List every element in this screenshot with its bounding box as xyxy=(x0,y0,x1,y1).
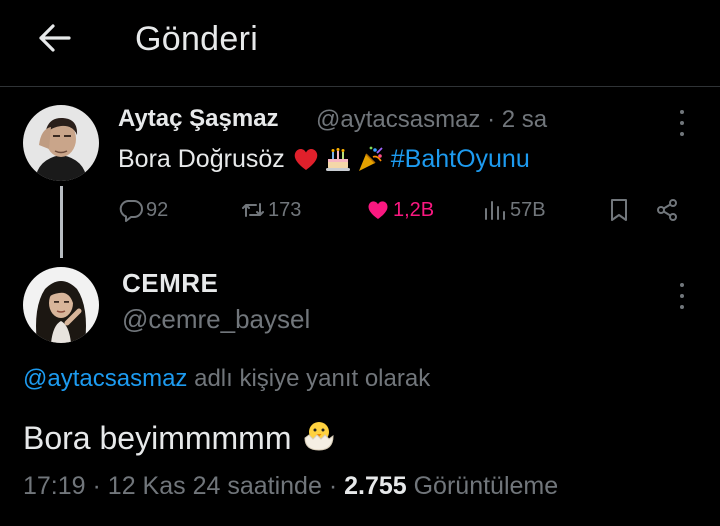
reply-count: 92 xyxy=(146,198,169,221)
reply-button[interactable]: 92 xyxy=(118,196,168,224)
replying-suffix: adlı kişiye yanıt olarak xyxy=(187,365,431,392)
page-title: Gönderi xyxy=(135,20,259,58)
replying-to-line: @aytacsasmaz adlı kişiye yanıt olarak xyxy=(23,365,430,393)
heart-filled-icon xyxy=(368,201,388,219)
reply-more-options-button[interactable] xyxy=(677,283,687,309)
reply-icon xyxy=(119,200,143,222)
share-icon xyxy=(657,199,677,221)
header-divider xyxy=(0,86,720,87)
bookmark-button[interactable] xyxy=(606,196,634,224)
birthday-cake-emoji-icon xyxy=(323,144,353,174)
more-options-button[interactable] xyxy=(677,110,687,136)
author-handle[interactable]: @aytacsasmaz xyxy=(316,106,480,133)
view-count: 57B xyxy=(510,198,546,221)
back-button[interactable] xyxy=(34,20,74,56)
meta-dot: · xyxy=(92,472,108,500)
views-label: Görüntüleme xyxy=(413,472,559,500)
views-chart-icon xyxy=(485,201,505,220)
reply-author-name[interactable]: CEMRE xyxy=(122,268,218,299)
tweet-metadata: 17:19 · 12 Kas 24 saatinde · 2.755 Görün… xyxy=(23,472,558,501)
tweet-time[interactable]: 17:19 xyxy=(23,472,86,500)
top-bar: Gönderi xyxy=(0,0,720,86)
tweet-text: Bora Doğrusöz #BahtOyunu xyxy=(118,144,530,174)
author-meta: @aytacsasmaz · 2 sa xyxy=(316,106,547,134)
views-count: 2.755 xyxy=(344,472,407,500)
reply-text-content: Bora beyimmmmm xyxy=(23,419,292,456)
views-button[interactable]: 57B xyxy=(482,196,546,224)
retweet-icon xyxy=(242,203,264,217)
hatching-chick-emoji-icon xyxy=(291,414,339,462)
thread-connector-line xyxy=(60,186,63,258)
retweet-count: 173 xyxy=(268,198,302,221)
heart-emoji-icon xyxy=(291,144,321,174)
bookmark-icon xyxy=(611,199,627,221)
reply-tweet-text: Bora beyimmmmm xyxy=(23,414,339,462)
like-count: 1,2B xyxy=(393,198,435,221)
author-name[interactable]: Aytaç Şaşmaz xyxy=(118,105,279,133)
arrow-left-icon xyxy=(39,24,71,52)
meta-separator: · xyxy=(487,106,496,133)
party-popper-emoji-icon xyxy=(355,144,385,174)
retweet-button[interactable]: 173 xyxy=(240,196,301,224)
tweet-date[interactable]: 12 Kas 24 saatinde xyxy=(108,472,322,500)
tweet-text-content: Bora Doğrusöz xyxy=(118,144,285,173)
replying-mention-link[interactable]: @aytacsasmaz xyxy=(23,365,187,392)
reply-author-avatar[interactable] xyxy=(23,267,99,343)
avatar-photo xyxy=(23,105,99,181)
avatar-photo xyxy=(23,267,99,343)
like-button[interactable]: 1,2B xyxy=(365,196,434,224)
author-avatar[interactable] xyxy=(23,105,99,181)
share-button[interactable] xyxy=(654,196,682,224)
meta-dot: · xyxy=(328,472,345,500)
hashtag-link[interactable]: #BahtOyunu xyxy=(391,145,530,174)
time-ago[interactable]: 2 sa xyxy=(502,106,547,133)
reply-author-handle[interactable]: @cemre_baysel xyxy=(122,304,310,335)
